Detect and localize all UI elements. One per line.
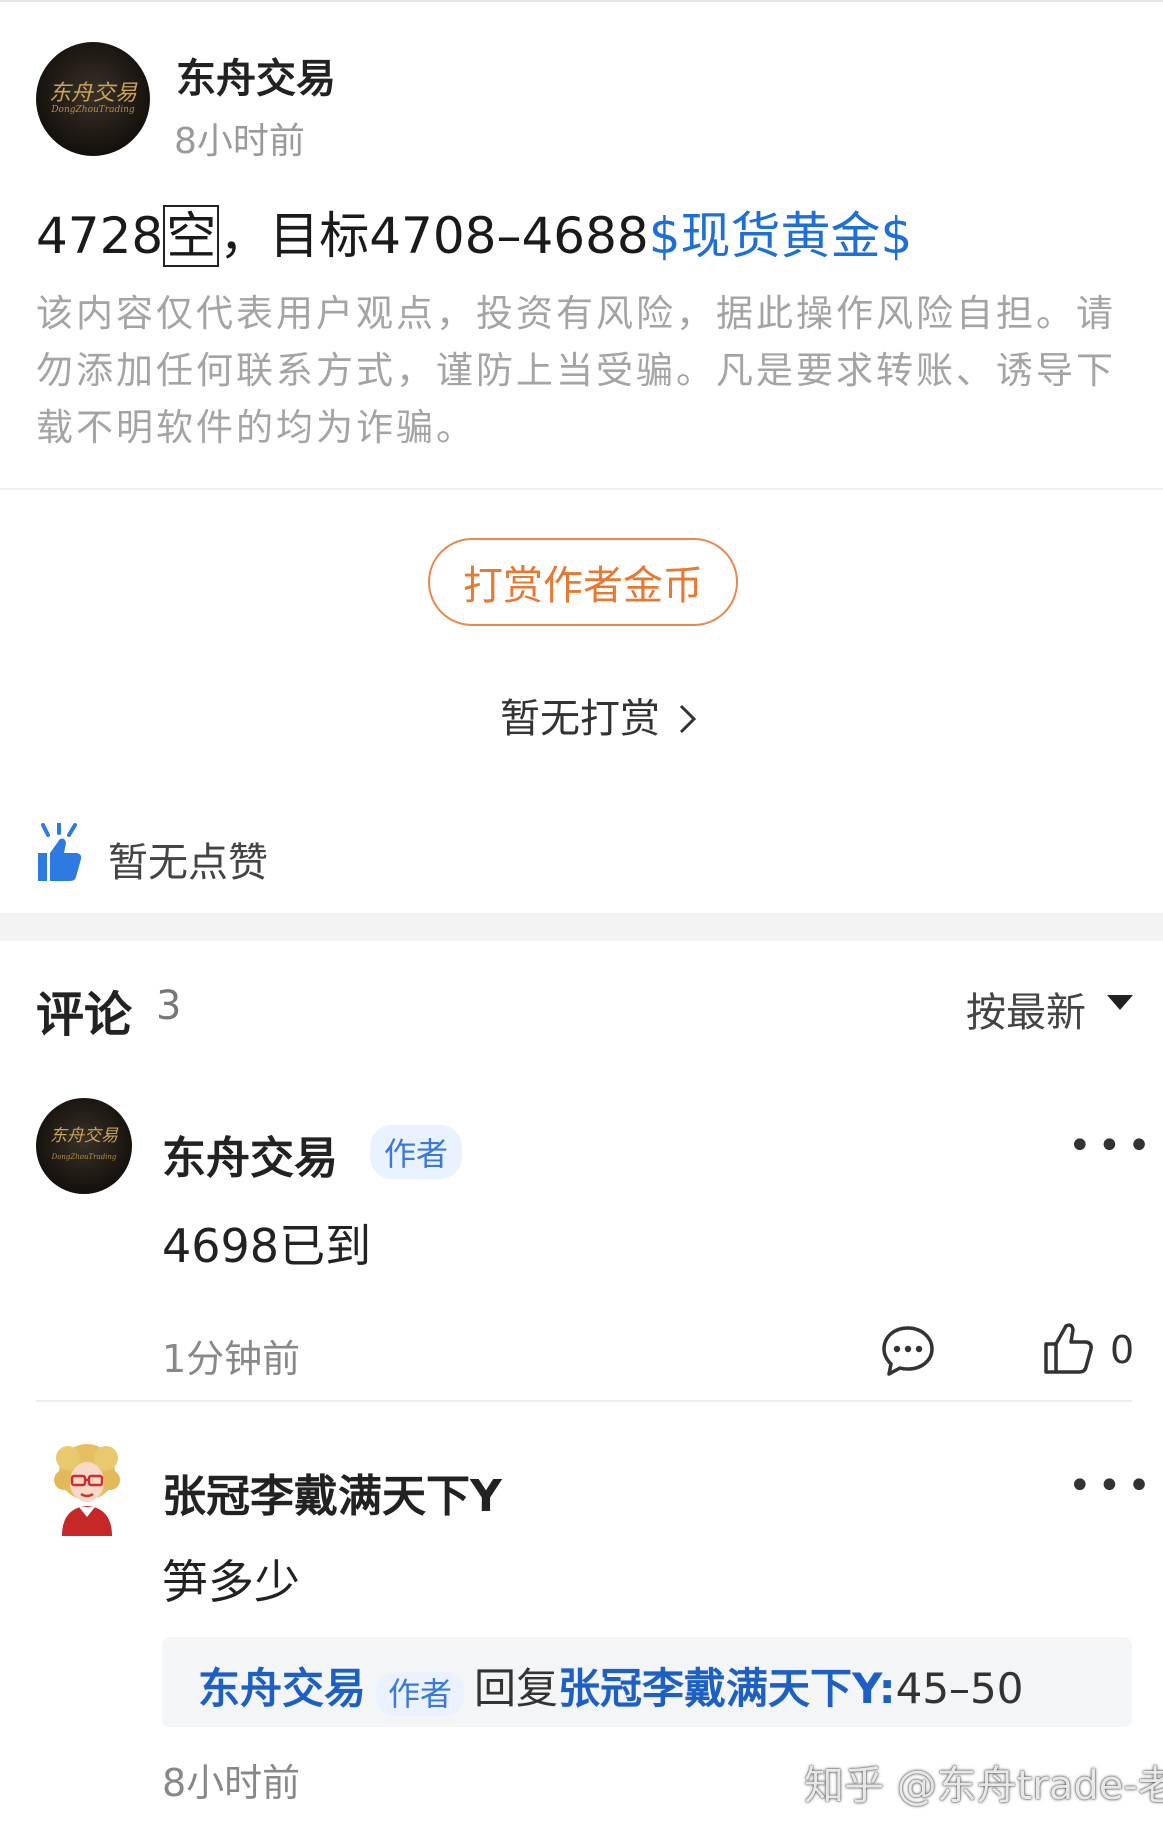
more-options-icon[interactable]: ••• <box>1068 1123 1157 1169</box>
author-avatar[interactable]: 东舟交易 DongZhouTrading <box>36 42 150 156</box>
no-likes-label: 暂无点赞 <box>108 840 268 886</box>
more-options-icon[interactable]: ••• <box>1068 1463 1157 1509</box>
thumbs-up-icon[interactable] <box>1042 1320 1096 1376</box>
avatar-logo-subtext: DongZhouTrading <box>51 105 135 116</box>
chevron-right-icon <box>679 704 696 734</box>
reply-target[interactable]: 张冠李戴满天下Y: <box>558 1664 896 1713</box>
comments-title: 评论 <box>36 987 133 1043</box>
reply-bubble-icon[interactable] <box>880 1324 936 1378</box>
comment-time: 1分钟前 <box>162 1337 301 1381</box>
tip-author-button[interactable]: 打赏作者金币 <box>428 538 738 626</box>
comment-body: 4698已到 <box>162 1219 372 1273</box>
caret-down-icon[interactable] <box>1107 995 1133 1010</box>
sort-dropdown[interactable]: 按最新 <box>966 980 1086 1038</box>
post-content: 4728空，目标4708–4688$现货黄金$ <box>36 196 912 268</box>
avatar-logo-subtext: DongZhouTrading <box>51 1153 117 1161</box>
comment-body: 笋多少 <box>162 1555 300 1609</box>
post-text-prefix: 4728 <box>36 207 164 265</box>
commenter-name[interactable]: 东舟交易 <box>162 1122 338 1186</box>
avatar-logo-text: 东舟交易 <box>50 1126 118 1147</box>
author-badge: 作者 <box>376 1671 465 1716</box>
section-separator <box>0 913 1163 941</box>
commenter-name[interactable]: 张冠李戴满天下Y <box>162 1460 502 1524</box>
post-text-middle: ，目标4708–4688 <box>219 207 649 265</box>
reply-text: 45–50 <box>895 1664 1024 1713</box>
post-author-name[interactable]: 东舟交易 <box>176 46 336 104</box>
tip-list-link[interactable]: 暂无打赏 <box>500 686 699 744</box>
reply-author[interactable]: 东舟交易 <box>198 1664 366 1713</box>
reply-verb: 回复 <box>474 1664 559 1713</box>
comment-divider <box>36 1400 1132 1402</box>
commenter-avatar[interactable]: 东舟交易 DongZhouTrading <box>36 1098 132 1194</box>
no-tip-label: 暂无打赏 <box>500 696 660 742</box>
avatar-logo-text: 东舟交易 <box>48 80 137 106</box>
comment-time: 8小时前 <box>162 1761 301 1805</box>
top-divider <box>0 0 1163 2</box>
author-badge: 作者 <box>370 1125 463 1179</box>
post-time: 8小时前 <box>174 121 305 162</box>
section-divider <box>0 488 1163 490</box>
like-count: 0 <box>1110 1328 1135 1372</box>
risk-disclaimer: 该内容仅代表用户观点，投资有风险，据此操作风险自担。请勿添加任何联系方式，谨防上… <box>36 292 1116 449</box>
reply-content: 东舟交易 作者 回复张冠李戴满天下Y:45–50 <box>198 1655 1024 1716</box>
like-thumb-icon[interactable] <box>34 823 82 885</box>
stock-tag-link[interactable]: $现货黄金$ <box>649 207 913 265</box>
comments-count: 3 <box>156 983 182 1029</box>
post-text-boxed-char: 空 <box>163 205 220 267</box>
watermark: 知乎 @东舟trade-老A <box>804 1763 1163 1809</box>
commenter-avatar[interactable] <box>50 1440 124 1536</box>
